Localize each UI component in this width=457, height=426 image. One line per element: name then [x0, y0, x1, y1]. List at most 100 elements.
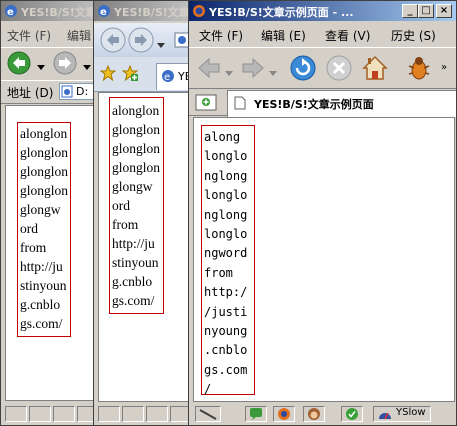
new-tab-icon[interactable]	[195, 92, 217, 115]
dropdown-icon[interactable]	[83, 60, 91, 74]
content-text-line: g.cnblo	[112, 274, 153, 289]
forward-arrow-icon[interactable]	[241, 56, 265, 83]
back-arrow-icon[interactable]	[100, 27, 126, 56]
content-text-line: glonglon	[112, 141, 161, 156]
page-content: alonglonglonglonglonglonglonglonglongwor…	[193, 117, 455, 402]
page-icon	[234, 96, 246, 113]
content-text-line: from	[20, 240, 47, 255]
status-bar	[94, 403, 190, 425]
address-bar: 地址 (D) D:	[1, 80, 99, 104]
content-text-line: gs.com	[204, 362, 248, 377]
svg-text:e: e	[100, 7, 107, 18]
content-text-line: glonglon	[20, 164, 69, 179]
firefox-titlebar[interactable]: YES!B/S!文章示例页面 - ... _ □ ×	[189, 1, 456, 21]
firefox-app-icon	[192, 4, 206, 18]
forward-arrow-icon[interactable]	[128, 27, 154, 56]
maximize-button[interactable]: □	[418, 4, 434, 18]
content-text-line: http://ju	[20, 259, 63, 274]
page-icon	[61, 85, 74, 101]
menu-file[interactable]: 文件 (F)	[7, 27, 51, 44]
content-text-line: /justi	[204, 304, 248, 319]
content-text-line: longlo	[204, 149, 248, 164]
content-text-line: nglong	[204, 207, 248, 222]
content-text-line: /	[204, 382, 212, 397]
menu-edit[interactable]: 编辑 (E)	[261, 27, 306, 44]
content-text-line: from	[112, 217, 139, 232]
dropdown-icon[interactable]	[269, 66, 277, 80]
ie-window-left: e YES!B/S!文章示 文件 (F) 编辑 地址 (D) D: alongl…	[0, 0, 100, 426]
red-bordered-text-box: alonglonglonglonglonglonglonglonglongwor…	[201, 125, 255, 396]
status-check-icon[interactable]	[341, 406, 363, 422]
toolbar-overflow-icon[interactable]: »	[441, 62, 447, 73]
tab-label: YES!B/S!文章示例页面	[254, 98, 374, 111]
menubar: 文件 (F) 编辑 (E) 查看 (V) 历史 (S)	[189, 23, 456, 45]
reload-icon[interactable]	[289, 54, 317, 85]
status-greasemonkey-icon[interactable]	[303, 406, 325, 422]
tab-active[interactable]: e YE	[156, 63, 190, 90]
content-text-line: ngword	[204, 246, 248, 261]
stop-icon[interactable]	[325, 54, 353, 85]
ie7-window-middle: e YES!B/S!文章 e YE alonglon glonglon glon…	[93, 0, 191, 426]
content-text-line: .cnblo	[204, 343, 248, 358]
page-content: alonglonglonglonglonglonglonglonglongwor…	[98, 92, 190, 402]
menu-file[interactable]: 文件 (F)	[199, 27, 243, 44]
content-text-line: ord	[20, 221, 38, 236]
status-chat-icon[interactable]	[245, 406, 267, 422]
ie7-window-titlebar[interactable]: e YES!B/S!文章	[94, 1, 190, 21]
red-bordered-text-box: alonglonglonglonglonglonglonglonglongwor…	[17, 122, 71, 337]
dropdown-icon[interactable]	[157, 38, 165, 52]
home-icon[interactable]	[361, 54, 389, 85]
nav-toolbar: »	[189, 47, 456, 89]
menubar: 文件 (F) 编辑	[1, 23, 99, 45]
svg-text:e: e	[7, 7, 14, 18]
close-button[interactable]: ×	[436, 4, 452, 18]
firebug-icon[interactable]	[405, 54, 433, 85]
content-text-line: glonglon	[20, 145, 69, 160]
content-text-line: http://ju	[112, 236, 155, 251]
address-label: 地址 (D)	[7, 86, 54, 100]
menu-history[interactable]: 历史 (S)	[391, 27, 436, 44]
content-text-line: gs.com/	[20, 316, 63, 331]
content-text-line: gs.com/	[112, 293, 155, 308]
content-text-line: glonglon	[20, 183, 69, 198]
yslow-gauge-icon	[377, 407, 393, 424]
minimize-button[interactable]: _	[402, 4, 418, 18]
ie-window-left-titlebar[interactable]: e YES!B/S!文章示	[1, 1, 99, 21]
nav-toolbar	[1, 47, 99, 81]
back-arrow-icon[interactable]	[197, 56, 221, 83]
page-content: alonglonglonglonglonglonglonglonglongwor…	[5, 105, 97, 401]
content-text-line: ord	[112, 198, 130, 213]
add-favorite-icon[interactable]	[121, 64, 139, 84]
content-text-line: alonglon	[112, 103, 160, 118]
back-arrow-icon[interactable]	[7, 51, 31, 78]
forward-arrow-icon[interactable]	[53, 51, 77, 78]
nav-bar	[94, 23, 190, 57]
content-text-line: stinyoun	[20, 278, 67, 293]
content-text-line: alonglon	[20, 126, 68, 141]
tab-bar: YES!B/S!文章示例页面	[189, 89, 456, 117]
status-bar: YSlow	[189, 403, 456, 425]
yslow-label: YSlow	[396, 407, 426, 418]
content-text-line: nyoung	[204, 324, 248, 339]
tab-active[interactable]: YES!B/S!文章示例页面	[227, 90, 456, 117]
svg-text:e: e	[164, 72, 170, 83]
status-yslow[interactable]: YSlow	[373, 406, 431, 422]
ie-app-icon: e	[4, 4, 18, 18]
status-firefox-icon[interactable]	[273, 406, 295, 422]
ie-page-icon: e	[161, 69, 175, 86]
menu-edit[interactable]: 编辑	[67, 27, 91, 44]
dropdown-icon[interactable]	[225, 66, 233, 80]
ie-app-icon: e	[97, 4, 111, 18]
content-text-line: from	[204, 265, 233, 280]
firefox-window: YES!B/S!文章示例页面 - ... _ □ × 文件 (F) 编辑 (E)…	[188, 0, 457, 426]
menu-view[interactable]: 查看 (V)	[325, 27, 370, 44]
content-text-line: http:/	[204, 285, 248, 300]
address-value: D:	[76, 85, 89, 98]
dropdown-icon[interactable]	[37, 60, 45, 74]
tab-bar: e YE	[94, 57, 190, 92]
window-title: YES!B/S!文章示例页面 - ...	[209, 6, 354, 19]
content-text-line: nglong	[204, 168, 248, 183]
favorites-star-icon[interactable]	[99, 64, 117, 84]
content-text-line: glongw	[112, 179, 153, 194]
content-text-line: longlo	[204, 188, 248, 203]
